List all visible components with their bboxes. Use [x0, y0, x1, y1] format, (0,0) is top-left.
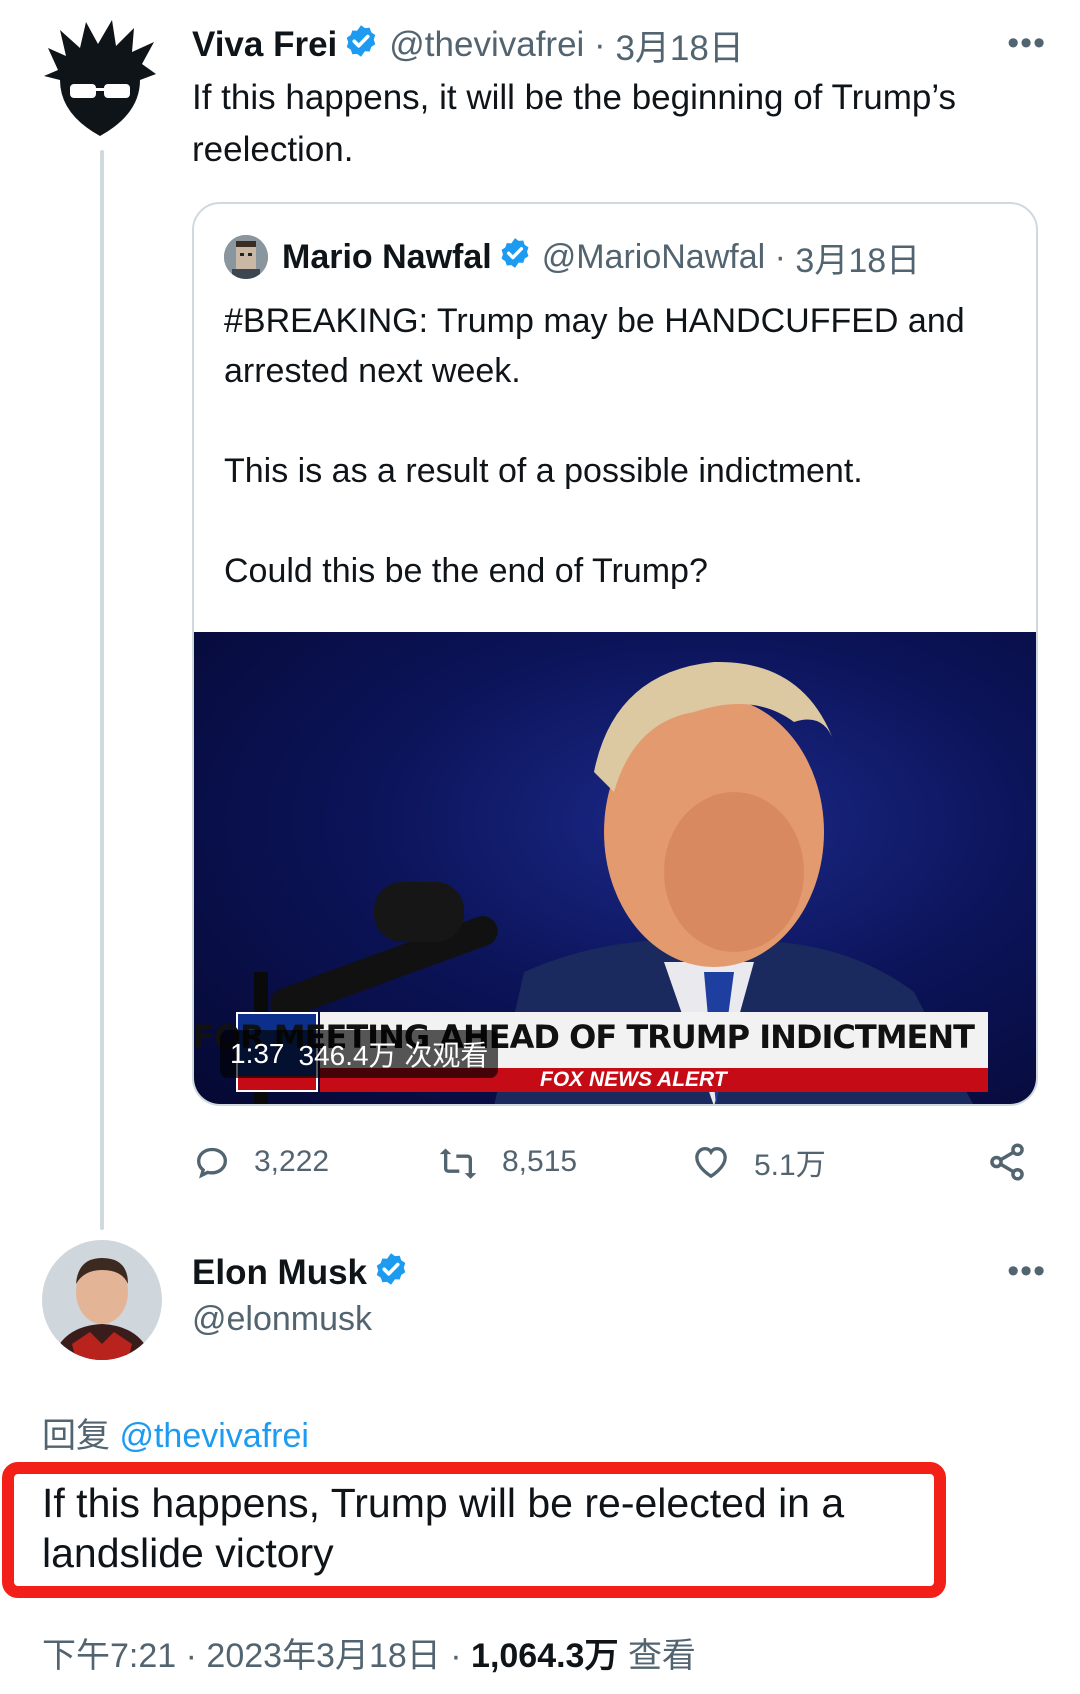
- views-label: 查看: [627, 1637, 696, 1675]
- retweet-button[interactable]: 8,515: [436, 1132, 577, 1192]
- verified-badge-icon: [343, 23, 379, 68]
- spiky-hair-avatar-icon: [44, 20, 156, 136]
- tweet-time[interactable]: 下午7:21: [42, 1637, 176, 1675]
- video-duration: 1:37: [230, 1038, 285, 1069]
- separator-dot: ·: [450, 1637, 472, 1675]
- tweet-full-date[interactable]: 2023年3月18日: [206, 1637, 440, 1675]
- avatar[interactable]: [42, 1240, 162, 1360]
- verified-badge-icon: [498, 236, 532, 279]
- alert-text: FOX NEWS ALERT: [540, 1068, 727, 1091]
- more-options-icon[interactable]: •••: [1007, 24, 1046, 63]
- tweet-text: If this happens, it will be the beginnin…: [192, 78, 956, 169]
- tweet-header: Elon Musk: [192, 1250, 419, 1296]
- tweet-date[interactable]: 3月18日: [615, 20, 743, 71]
- separator-dot: ·: [765, 237, 796, 276]
- heart-icon: [695, 1146, 727, 1179]
- reply-count: 3,222: [254, 1145, 330, 1178]
- tweet-meta: 下午7:21 · 2023年3月18日 · 1,064.3万 查看: [42, 1628, 696, 1677]
- quoted-avatar: [224, 235, 268, 279]
- reply-prefix: 回复: [42, 1417, 110, 1455]
- share-icon: [990, 1143, 1024, 1181]
- thread-line: [100, 150, 104, 1230]
- share-button[interactable]: [986, 1132, 1050, 1192]
- tweet-header: Viva Frei @thevivafrei · 3月18日: [192, 22, 744, 68]
- tweet-text: If this happens, Trump will be re-electe…: [42, 1480, 845, 1576]
- like-button[interactable]: 5.1万: [690, 1132, 826, 1192]
- more-options-icon[interactable]: •••: [1007, 1252, 1046, 1291]
- avatar[interactable]: [40, 18, 160, 138]
- quoted-tweet[interactable]: Mario Nawfal @MarioNawfal · 3月18日 #BREAK…: [192, 202, 1038, 1106]
- reply-mention-link[interactable]: @thevivafrei: [119, 1417, 308, 1455]
- replying-to: 回复 @thevivafrei: [42, 1408, 309, 1457]
- tweet-actions: 3,222 8,515 5.1万: [192, 1132, 1038, 1192]
- like-count: 5.1万: [754, 1149, 826, 1182]
- quoted-tweet-header: Mario Nawfal @MarioNawfal · 3月18日: [224, 234, 920, 280]
- video-player[interactable]: DA ASKS FOR MEETING AHEAD OF TRUMP INDIC…: [194, 632, 1036, 1104]
- views-count: 1,064.3万: [471, 1637, 619, 1675]
- author-handle[interactable]: @thevivafrei: [389, 25, 584, 65]
- quoted-author-handle[interactable]: @MarioNawfal: [542, 238, 765, 277]
- verified-badge-icon: [373, 1251, 409, 1296]
- pixel-avatar-icon: [224, 235, 268, 279]
- reply-icon: [196, 1147, 228, 1179]
- video-views: 346.4万 次观看: [298, 1040, 489, 1071]
- retweet-icon: [439, 1148, 477, 1179]
- author-name[interactable]: Elon Musk: [192, 1253, 367, 1293]
- quoted-tweet-date[interactable]: 3月18日: [795, 233, 920, 282]
- video-info-badge[interactable]: 1:37 346.4万 次观看: [220, 1030, 499, 1078]
- separator-dot: ·: [584, 25, 616, 64]
- profile-photo-image: [42, 1240, 162, 1360]
- retweet-count: 8,515: [502, 1145, 578, 1178]
- author-handle[interactable]: @elonmusk: [192, 1300, 372, 1339]
- quoted-author-name[interactable]: Mario Nawfal: [282, 238, 492, 277]
- separator-dot: ·: [185, 1637, 207, 1675]
- quoted-tweet-text: #BREAKING: Trump may be HANDCUFFED and a…: [224, 302, 965, 590]
- reply-button[interactable]: 3,222: [192, 1132, 329, 1192]
- author-name[interactable]: Viva Frei: [192, 25, 337, 65]
